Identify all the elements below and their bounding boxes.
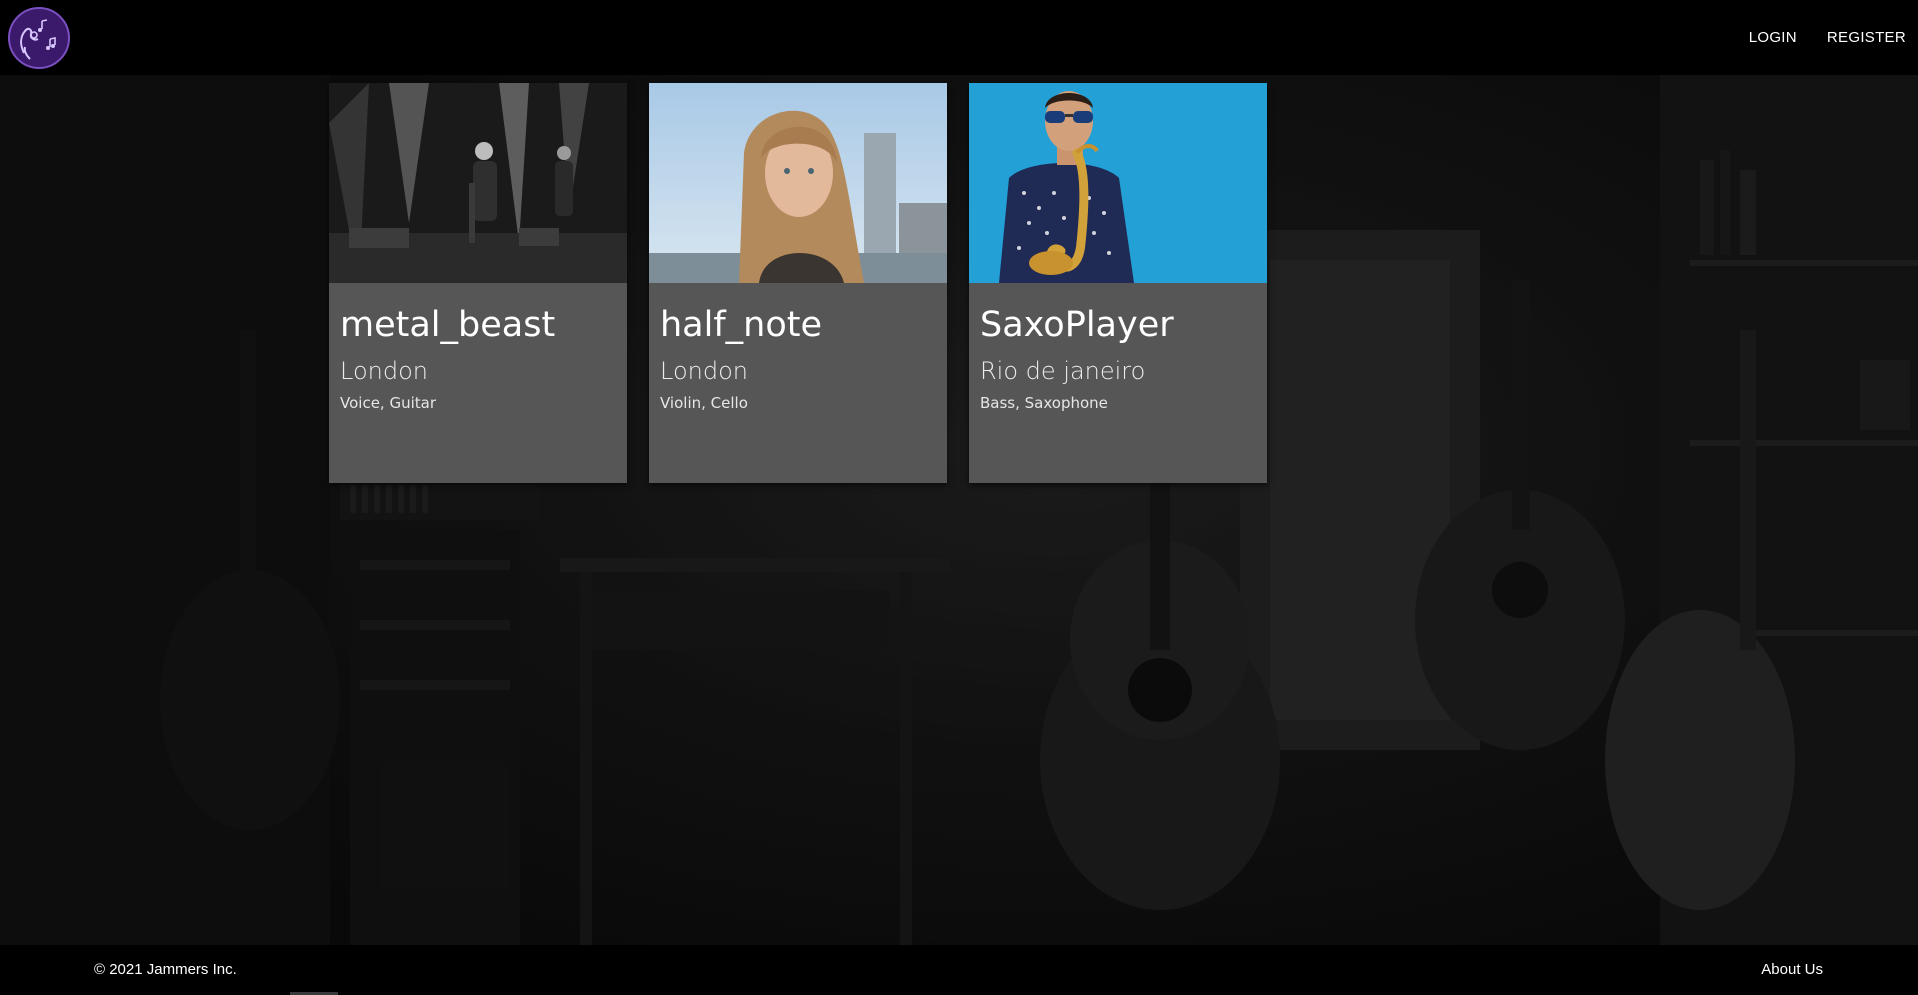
musician-instruments: Bass, Saxophone <box>980 394 1108 412</box>
register-link[interactable]: REGISTER <box>1827 29 1906 46</box>
musician-card[interactable]: half_note London Violin, Cello <box>649 83 947 483</box>
musician-name: SaxoPlayer <box>980 305 1174 345</box>
musician-name: half_note <box>660 305 823 345</box>
woman-portrait-photo <box>649 83 947 283</box>
login-link[interactable]: LOGIN <box>1749 29 1797 46</box>
musician-city: London <box>660 357 748 385</box>
musician-instruments: Violin, Cello <box>660 394 748 412</box>
musician-city: Rio de janeiro <box>980 357 1146 385</box>
saxophone-player-photo <box>969 83 1267 283</box>
copyright-text: © 2021 Jammers Inc. <box>94 961 237 978</box>
navbar: LOGIN REGISTER <box>0 0 1918 75</box>
page: LOGIN REGISTER metal_beast London Voice,… <box>0 0 1918 995</box>
nav-links: LOGIN REGISTER <box>1749 0 1906 75</box>
musician-city: London <box>340 357 428 385</box>
musician-card[interactable]: metal_beast London Voice, Guitar <box>329 83 627 483</box>
card-body: metal_beast London Voice, Guitar <box>329 303 627 413</box>
musician-name: metal_beast <box>340 305 556 345</box>
card-body: SaxoPlayer Rio de janeiro Bass, Saxophon… <box>969 303 1267 413</box>
musician-card-list: metal_beast London Voice, Guitar half_no… <box>329 83 1267 483</box>
music-hand-logo-icon[interactable] <box>8 7 70 69</box>
musician-instruments: Voice, Guitar <box>340 394 436 412</box>
concert-singer-photo <box>329 83 627 283</box>
musician-card[interactable]: SaxoPlayer Rio de janeiro Bass, Saxophon… <box>969 83 1267 483</box>
footer: © 2021 Jammers Inc. About Us <box>0 945 1918 995</box>
about-us-link[interactable]: About Us <box>1761 961 1823 978</box>
card-body: half_note London Violin, Cello <box>649 303 947 413</box>
